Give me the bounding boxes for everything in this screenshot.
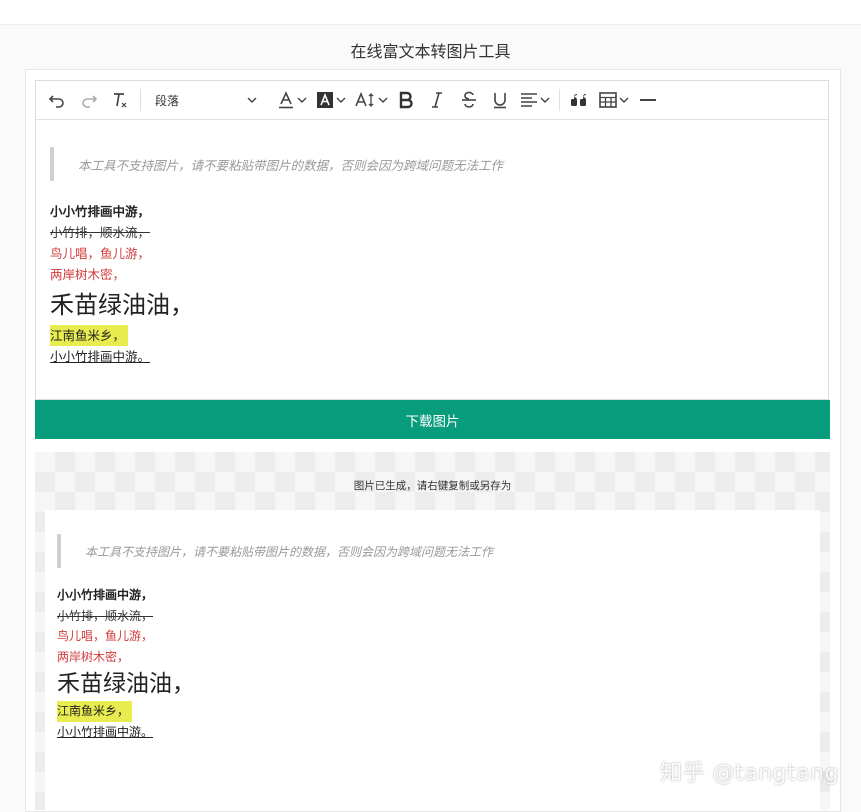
underline-icon bbox=[492, 91, 508, 109]
undo-button[interactable] bbox=[40, 81, 74, 119]
redo-button[interactable] bbox=[74, 81, 104, 119]
line-large: 禾苗绿油油， bbox=[50, 291, 194, 319]
chevron-down-icon bbox=[336, 96, 346, 104]
chevron-down-icon bbox=[378, 96, 388, 104]
clear-format-button[interactable] bbox=[104, 81, 136, 119]
preview-message: 图片已生成，请右键复制或另存为 bbox=[353, 480, 512, 492]
line-highlight: 江南鱼米乡， bbox=[50, 325, 129, 346]
editor-toolbar: 段落 bbox=[36, 81, 828, 120]
table-button[interactable] bbox=[594, 81, 634, 119]
paragraph-format-select[interactable]: 段落 bbox=[145, 81, 265, 119]
toolbar-divider bbox=[559, 89, 560, 111]
line-red-2: 两岸树木密， bbox=[57, 649, 130, 664]
line-red-1: 鸟儿唱，鱼儿游， bbox=[57, 629, 154, 643]
generated-image-content: 本工具不支持图片，请不要粘贴带图片的数据，否则会因为跨域问题无法工作 小小竹排画… bbox=[57, 534, 797, 742]
top-bar bbox=[0, 0, 861, 25]
font-size-button[interactable] bbox=[351, 81, 391, 119]
strikethrough-icon bbox=[461, 91, 477, 109]
line-strikethrough: 小竹排，顺水流， bbox=[57, 608, 154, 623]
divider-icon bbox=[639, 98, 657, 102]
font-color-icon bbox=[277, 91, 295, 109]
undo-icon bbox=[48, 91, 66, 109]
italic-icon bbox=[429, 91, 445, 109]
editor-content[interactable]: 本工具不支持图片，请不要粘贴带图片的数据，否则会因为跨域问题无法工作 小小竹排画… bbox=[50, 147, 810, 367]
background-color-icon bbox=[316, 91, 334, 109]
chevron-down-icon bbox=[540, 96, 550, 104]
italic-button[interactable] bbox=[421, 81, 453, 119]
blockquote-button[interactable] bbox=[564, 81, 594, 119]
font-color-button[interactable] bbox=[273, 81, 311, 119]
chevron-down-icon bbox=[297, 96, 307, 104]
background-color-button[interactable] bbox=[311, 81, 351, 119]
rich-text-editor: 段落 本工具不支持图片，请不要粘贴带图片的数据，否则会因为跨域问题无法工作 小小… bbox=[35, 80, 829, 400]
line-bold: 小小竹排画中游， bbox=[57, 588, 154, 602]
underline-button[interactable] bbox=[485, 81, 515, 119]
download-image-button[interactable]: 下载图片 bbox=[35, 400, 830, 439]
bold-icon bbox=[398, 91, 414, 109]
line-red-1: 鸟儿唱，鱼儿游， bbox=[50, 246, 151, 261]
line-underline: 小小竹排画中游。 bbox=[57, 724, 154, 739]
line-bold: 小小竹排画中游， bbox=[50, 204, 151, 219]
redo-icon bbox=[80, 91, 98, 109]
align-button[interactable] bbox=[515, 81, 555, 119]
font-size-icon bbox=[354, 91, 376, 109]
page-title: 在线富文本转图片工具 bbox=[350, 42, 511, 61]
zhihu-watermark: 知乎 @tangtang bbox=[659, 761, 839, 786]
line-red-2: 两岸树木密， bbox=[50, 267, 126, 282]
poem-lines: 小小竹排画中游， 小竹排，顺水流， 鸟儿唱，鱼儿游， 两岸树木密， 禾苗绿油油，… bbox=[50, 201, 810, 367]
blockquote: 本工具不支持图片，请不要粘贴带图片的数据，否则会因为跨域问题无法工作 bbox=[50, 147, 810, 181]
line-underline: 小小竹排画中游。 bbox=[50, 349, 151, 364]
line-large: 禾苗绿油油， bbox=[57, 671, 195, 697]
poem-lines: 小小竹排画中游， 小竹排，顺水流， 鸟儿唱，鱼儿游， 两岸树木密， 禾苗绿油油，… bbox=[57, 585, 797, 742]
align-icon bbox=[520, 92, 538, 108]
clear-format-icon bbox=[111, 91, 129, 109]
toolbar-divider bbox=[140, 89, 141, 111]
chevron-down-icon bbox=[247, 96, 257, 104]
blockquote: 本工具不支持图片，请不要粘贴带图片的数据，否则会因为跨域问题无法工作 bbox=[57, 534, 797, 568]
chevron-down-icon bbox=[619, 96, 629, 104]
bold-button[interactable] bbox=[391, 81, 421, 119]
line-strikethrough: 小竹排，顺水流， bbox=[50, 225, 151, 240]
strikethrough-button[interactable] bbox=[453, 81, 485, 119]
line-highlight: 江南鱼米乡， bbox=[57, 701, 133, 722]
table-icon bbox=[599, 92, 617, 108]
blockquote-icon bbox=[570, 93, 588, 107]
divider-button[interactable] bbox=[634, 81, 662, 119]
paragraph-format-value: 段落 bbox=[155, 93, 180, 108]
